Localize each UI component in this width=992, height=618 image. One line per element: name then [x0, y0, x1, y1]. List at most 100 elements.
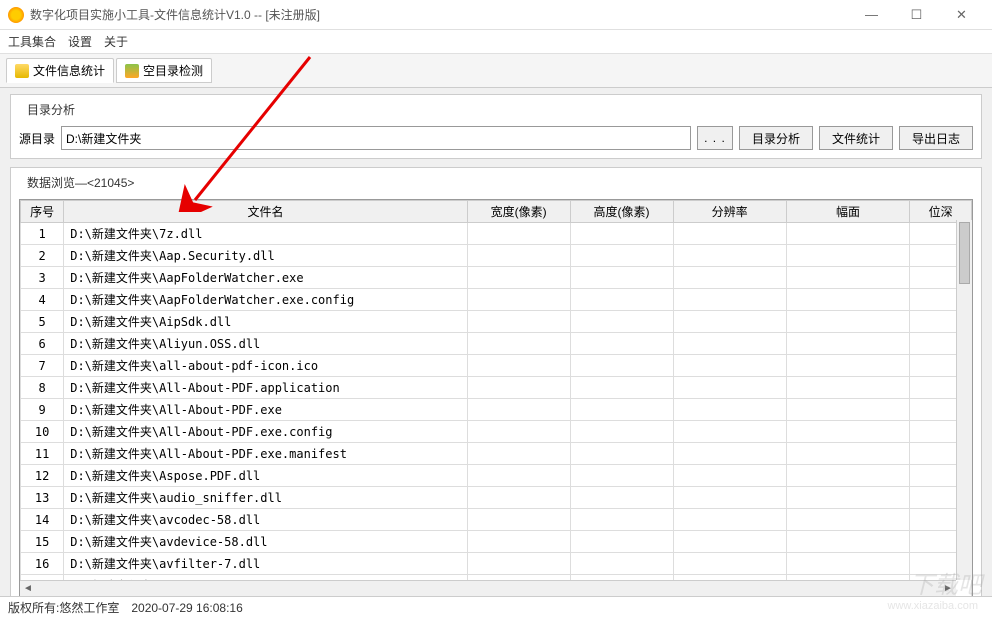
cell-resolution [673, 399, 786, 421]
data-browse-title: 数据浏览—<21045> [23, 174, 138, 191]
cell-resolution [673, 487, 786, 509]
cell-index: 10 [21, 421, 64, 443]
stats-button[interactable]: 文件统计 [819, 126, 893, 150]
cell-index: 16 [21, 553, 64, 575]
menu-settings[interactable]: 设置 [68, 33, 92, 50]
col-aspect[interactable]: 幅面 [786, 201, 910, 223]
cell-width [467, 509, 570, 531]
cell-width [467, 399, 570, 421]
col-width[interactable]: 宽度(像素) [467, 201, 570, 223]
table-row[interactable]: 10D:\新建文件夹\All-About-PDF.exe.config [21, 421, 972, 443]
col-height[interactable]: 高度(像素) [570, 201, 673, 223]
cell-aspect [786, 509, 910, 531]
cell-index: 3 [21, 267, 64, 289]
table-row[interactable]: 3D:\新建文件夹\AapFolderWatcher.exe [21, 267, 972, 289]
cell-width [467, 553, 570, 575]
cell-width [467, 465, 570, 487]
cell-resolution [673, 333, 786, 355]
analyze-button[interactable]: 目录分析 [739, 126, 813, 150]
cell-width [467, 443, 570, 465]
cell-index: 13 [21, 487, 64, 509]
table-row[interactable]: 16D:\新建文件夹\avfilter-7.dll [21, 553, 972, 575]
col-index[interactable]: 序号 [21, 201, 64, 223]
tab-bar: 文件信息统计 空目录检测 [0, 54, 992, 88]
cell-width [467, 223, 570, 245]
cell-resolution [673, 421, 786, 443]
menu-tools[interactable]: 工具集合 [8, 33, 56, 50]
folder-icon [15, 64, 29, 78]
cell-height [570, 553, 673, 575]
table-row[interactable]: 13D:\新建文件夹\audio_sniffer.dll [21, 487, 972, 509]
cell-height [570, 465, 673, 487]
cell-resolution [673, 245, 786, 267]
table-row[interactable]: 7D:\新建文件夹\all-about-pdf-icon.ico [21, 355, 972, 377]
cell-filename: D:\新建文件夹\avfilter-7.dll [64, 553, 467, 575]
table-row[interactable]: 11D:\新建文件夹\All-About-PDF.exe.manifest [21, 443, 972, 465]
table-row[interactable]: 1D:\新建文件夹\7z.dll [21, 223, 972, 245]
cell-resolution [673, 377, 786, 399]
cell-aspect [786, 531, 910, 553]
cell-aspect [786, 553, 910, 575]
cell-aspect [786, 465, 910, 487]
cell-index: 11 [21, 443, 64, 465]
table-row[interactable]: 14D:\新建文件夹\avcodec-58.dll [21, 509, 972, 531]
cell-aspect [786, 399, 910, 421]
cell-height [570, 531, 673, 553]
table-row[interactable]: 6D:\新建文件夹\Aliyun.OSS.dll [21, 333, 972, 355]
table-row[interactable]: 9D:\新建文件夹\All-About-PDF.exe [21, 399, 972, 421]
tab-fileinfo[interactable]: 文件信息统计 [6, 58, 114, 83]
minimize-button[interactable]: — [849, 1, 894, 29]
cell-height [570, 509, 673, 531]
table-row[interactable]: 15D:\新建文件夹\avdevice-58.dll [21, 531, 972, 553]
cell-width [467, 355, 570, 377]
cell-width [467, 333, 570, 355]
cell-filename: D:\新建文件夹\AipSdk.dll [64, 311, 467, 333]
cell-aspect [786, 377, 910, 399]
cell-height [570, 421, 673, 443]
cell-filename: D:\新建文件夹\AapFolderWatcher.exe.config [64, 289, 467, 311]
cell-filename: D:\新建文件夹\avcodec-58.dll [64, 509, 467, 531]
cell-filename: D:\新建文件夹\7z.dll [64, 223, 467, 245]
cell-index: 5 [21, 311, 64, 333]
directory-group-title: 目录分析 [23, 101, 79, 118]
source-dir-input[interactable] [61, 126, 691, 150]
source-dir-label: 源目录 [19, 130, 55, 147]
table-row[interactable]: 12D:\新建文件夹\Aspose.PDF.dll [21, 465, 972, 487]
cell-resolution [673, 267, 786, 289]
scroll-left-arrow[interactable]: ◄ [20, 581, 36, 596]
cell-aspect [786, 355, 910, 377]
cell-filename: D:\新建文件夹\All-About-PDF.exe [64, 399, 467, 421]
menubar: 工具集合 设置 关于 [0, 30, 992, 54]
cell-aspect [786, 311, 910, 333]
horizontal-scrollbar[interactable]: ◄ ► [20, 580, 956, 596]
maximize-button[interactable]: ☐ [894, 1, 939, 29]
cell-aspect [786, 245, 910, 267]
emptydir-icon [125, 64, 139, 78]
menu-about[interactable]: 关于 [104, 33, 128, 50]
export-button[interactable]: 导出日志 [899, 126, 973, 150]
scroll-right-arrow[interactable]: ► [940, 581, 956, 596]
cell-index: 15 [21, 531, 64, 553]
cell-aspect [786, 289, 910, 311]
table-row[interactable]: 2D:\新建文件夹\Aap.Security.dll [21, 245, 972, 267]
cell-width [467, 421, 570, 443]
cell-filename: D:\新建文件夹\avdevice-58.dll [64, 531, 467, 553]
cell-index: 12 [21, 465, 64, 487]
browse-button[interactable]: . . . [697, 126, 733, 150]
cell-aspect [786, 487, 910, 509]
table-row[interactable]: 8D:\新建文件夹\All-About-PDF.application [21, 377, 972, 399]
cell-height [570, 399, 673, 421]
cell-height [570, 333, 673, 355]
table-row[interactable]: 5D:\新建文件夹\AipSdk.dll [21, 311, 972, 333]
table-row[interactable]: 4D:\新建文件夹\AapFolderWatcher.exe.config [21, 289, 972, 311]
col-resolution[interactable]: 分辨率 [673, 201, 786, 223]
cell-filename: D:\新建文件夹\Aliyun.OSS.dll [64, 333, 467, 355]
tab-emptydir[interactable]: 空目录检测 [116, 58, 212, 83]
cell-index: 6 [21, 333, 64, 355]
close-button[interactable]: ✕ [939, 1, 984, 29]
cell-filename: D:\新建文件夹\All-About-PDF.exe.manifest [64, 443, 467, 465]
cell-resolution [673, 509, 786, 531]
cell-height [570, 267, 673, 289]
col-filename[interactable]: 文件名 [64, 201, 467, 223]
vertical-scrollbar[interactable] [956, 220, 972, 580]
